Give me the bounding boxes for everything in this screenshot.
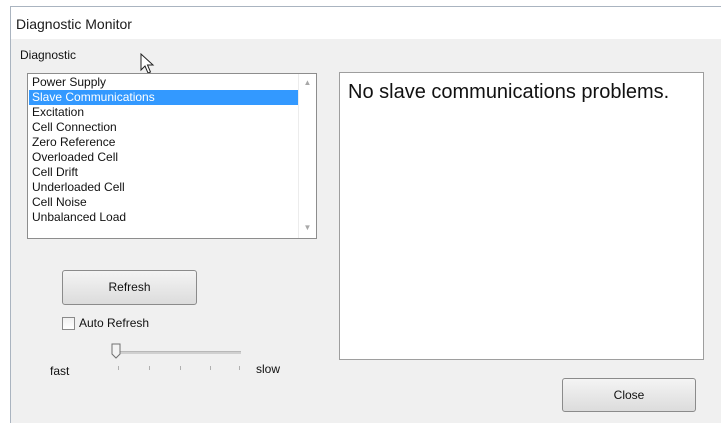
slider-thumb[interactable] xyxy=(111,343,121,359)
diagnostic-list-item[interactable]: Cell Connection xyxy=(29,120,298,135)
refresh-button[interactable]: Refresh xyxy=(62,270,197,305)
diagnostic-list-item[interactable]: Excitation xyxy=(29,105,298,120)
auto-refresh-checkbox[interactable] xyxy=(62,317,75,330)
slider-tick xyxy=(239,366,240,370)
refresh-speed-slider[interactable] xyxy=(114,351,241,354)
diagnostic-list-item[interactable]: Overloaded Cell xyxy=(29,150,298,165)
chevron-up-icon[interactable]: ▲ xyxy=(299,76,316,90)
diagnostic-list-item[interactable]: Unbalanced Load xyxy=(29,210,298,225)
window-title: Diagnostic Monitor xyxy=(16,16,132,32)
slider-tick xyxy=(118,366,119,370)
diagnostic-message: No slave communications problems. xyxy=(348,81,670,103)
mouse-pointer-icon xyxy=(140,53,155,74)
message-panel: No slave communications problems. xyxy=(339,72,704,360)
chevron-down-icon[interactable]: ▼ xyxy=(299,221,316,235)
speed-fast-label: fast xyxy=(50,364,70,378)
title-bar: Diagnostic Monitor xyxy=(11,7,721,39)
auto-refresh-label: Auto Refresh xyxy=(79,316,150,330)
speed-slow-label: slow xyxy=(256,362,281,376)
list-scrollbar[interactable]: ▲ ▼ xyxy=(298,74,316,238)
close-button[interactable]: Close xyxy=(562,378,696,412)
diagnostic-list-item[interactable]: Zero Reference xyxy=(29,135,298,150)
diagnostic-list-item[interactable]: Cell Noise xyxy=(29,195,298,210)
diagnostic-list-items: Power Supply Slave Communications Excitati… xyxy=(29,75,298,225)
diagnostic-list-item[interactable]: Cell Drift xyxy=(29,165,298,180)
diagnostic-list-item[interactable]: Underloaded Cell xyxy=(29,180,298,195)
diagnostic-list[interactable]: Power Supply Slave Communications Excitati… xyxy=(27,73,317,239)
slider-tick xyxy=(149,366,150,370)
diagnostic-list-item[interactable]: Slave Communications xyxy=(29,90,298,105)
diagnostic-group-label: Diagnostic xyxy=(20,48,77,62)
slider-tick xyxy=(180,366,181,370)
diagnostic-list-item[interactable]: Power Supply xyxy=(29,75,298,90)
slider-tick xyxy=(210,366,211,370)
